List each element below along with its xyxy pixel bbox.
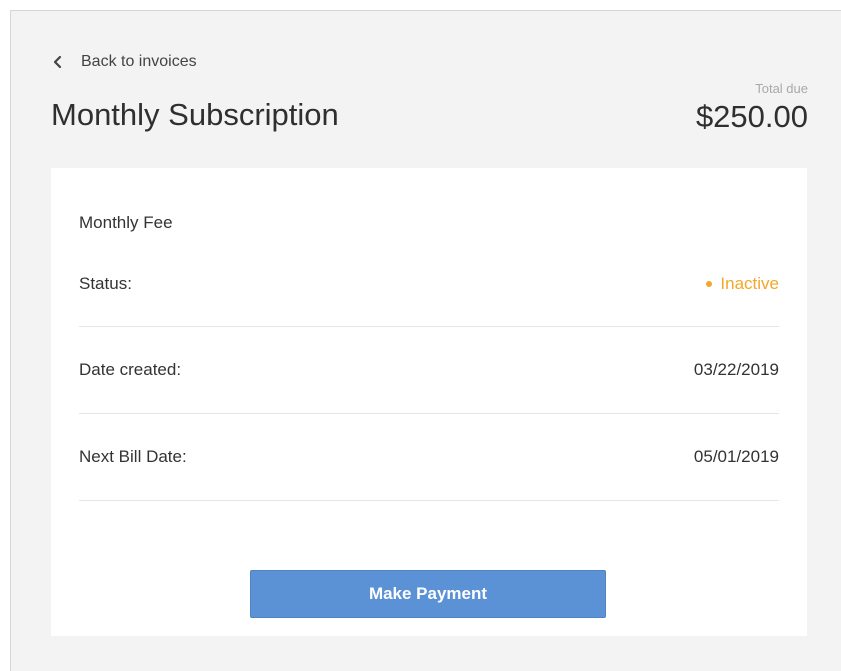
next-bill-date-label: Next Bill Date: [79,447,187,466]
status-label: Status: [79,274,132,293]
subscription-details-card: Monthly Fee Status: Inactive Date create… [51,168,807,636]
status-row: Status: Inactive [79,272,779,296]
total-due-amount: $250.00 [695,99,808,134]
divider [79,326,779,327]
date-created-row: Date created: 03/22/2019 [79,358,779,382]
back-link-label: Back to invoices [81,53,197,70]
status-dot-icon [706,281,713,287]
divider [79,500,779,501]
chevron-left-icon [51,54,63,70]
page-title: Monthly Subscription [51,97,339,132]
total-due-label: Total due [755,81,808,96]
back-to-invoices-link[interactable]: Back to invoices [51,53,197,71]
status-value: Inactive [720,274,779,293]
make-payment-button[interactable]: Make Payment [250,570,606,618]
date-created-label: Date created: [79,360,182,379]
divider [79,413,779,414]
status-badge: Inactive [706,274,779,294]
invoice-panel: Back to invoices Monthly Subscription To… [10,10,841,671]
date-created-value: 03/22/2019 [693,360,779,379]
next-bill-date-row: Next Bill Date: 05/01/2019 [79,445,779,469]
next-bill-date-value: 05/01/2019 [693,447,779,466]
fee-title: Monthly Fee [79,213,173,232]
